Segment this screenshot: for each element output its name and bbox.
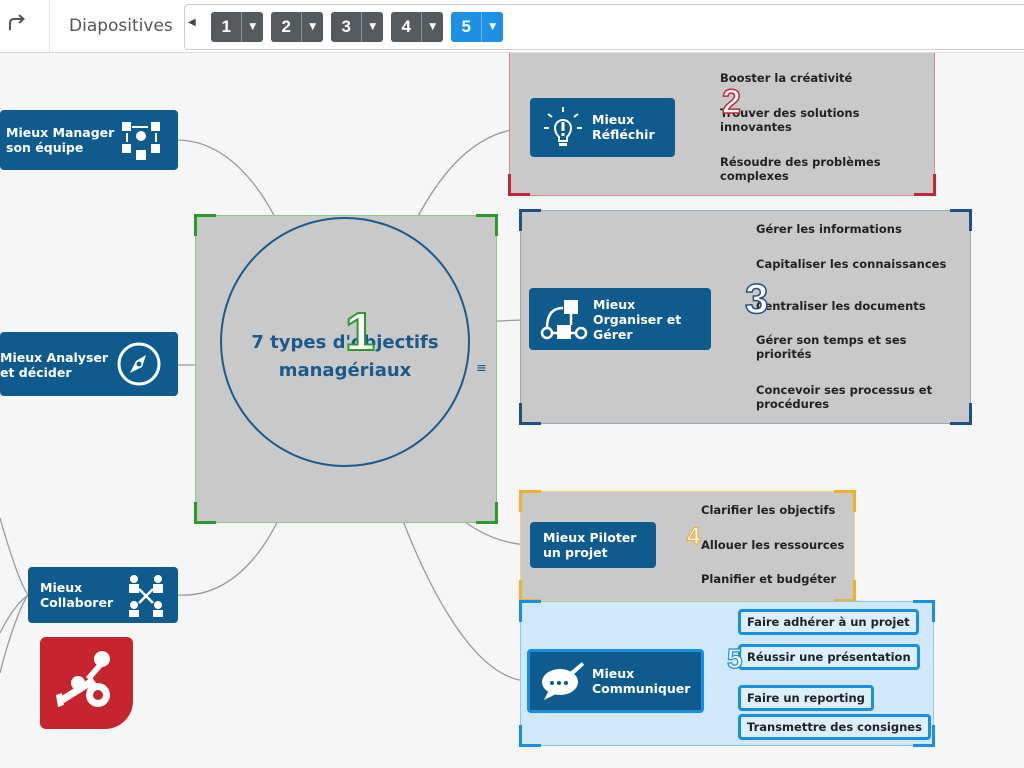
- topic-label: Mieux Piloter un projet: [543, 530, 637, 560]
- workflow-icon: [540, 300, 588, 340]
- subtopic[interactable]: Planifier et budgéter: [701, 572, 836, 586]
- subtopic[interactable]: Réussir une présentation: [738, 644, 920, 670]
- frame-corner: [519, 725, 541, 747]
- team-icon: [122, 122, 160, 160]
- slides-title: Diapositives: [69, 16, 173, 36]
- frame-corner: [950, 209, 972, 231]
- strip-left-arrow-icon[interactable]: ◀: [188, 17, 196, 28]
- hamburger-icon[interactable]: ≡: [476, 361, 487, 376]
- chevron-down-icon[interactable]: ▼: [361, 12, 383, 42]
- frame-corner: [519, 580, 541, 602]
- frame-corner: [508, 174, 530, 196]
- subtopic[interactable]: Trouver des solutions innovantes: [720, 106, 920, 134]
- slide-marker-3: 3: [744, 274, 769, 323]
- chevron-down-icon[interactable]: ▼: [481, 12, 503, 42]
- slides-strip: ◀ 1 ▼ 2 ▼ 3 ▼ 4 ▼ 5 ▼: [184, 4, 1024, 50]
- topic-label: Mieux Organiser et Gérer: [593, 297, 682, 342]
- chevron-down-icon[interactable]: ▼: [241, 12, 263, 42]
- subtopic[interactable]: Allouer les ressources: [701, 538, 844, 552]
- network-icon: [129, 575, 163, 617]
- frame-corner: [194, 502, 216, 524]
- frame-corner: [834, 580, 856, 602]
- topic-mieux-communiquer[interactable]: Mieux Communiquer: [527, 649, 704, 713]
- slide-button-1[interactable]: 1 ▼: [211, 12, 263, 42]
- subtopic[interactable]: Capitaliser les connaissances: [756, 257, 946, 271]
- frame-corner: [519, 209, 541, 231]
- mindmap-canvas[interactable]: 7 types d'objectifs managériaux 1 ≡ Mieu…: [0, 53, 1024, 768]
- slide-button-2[interactable]: 2 ▼: [271, 12, 323, 42]
- topic-label: Mieux Collaborer: [40, 580, 114, 610]
- frame-corner: [194, 214, 216, 236]
- subtopic[interactable]: Résoudre des problèmes complexes: [720, 155, 920, 183]
- redo-icon[interactable]: [4, 12, 30, 38]
- subtopic[interactable]: Faire adhérer à un projet: [738, 609, 919, 635]
- speech-bubble-icon: [542, 662, 584, 700]
- slide-marker-1: 1: [344, 301, 376, 363]
- subtopic[interactable]: Clarifier les objectifs: [701, 503, 835, 517]
- frame-corner: [834, 490, 856, 512]
- subtopic[interactable]: Centraliser les documents: [756, 299, 926, 313]
- subtopic[interactable]: Concevoir ses processus et procédures: [756, 383, 956, 411]
- slide-marker-2: 2: [721, 82, 741, 122]
- chevron-down-icon[interactable]: ▼: [421, 12, 443, 42]
- slide-button-3[interactable]: 3 ▼: [331, 12, 383, 42]
- topic-mieux-manager[interactable]: Mieux Manager son équipe: [0, 110, 178, 170]
- subtopic[interactable]: Transmettre des consignes: [738, 714, 931, 740]
- topic-label: Mieux Communiquer: [592, 666, 691, 696]
- topic-label: Mieux Réfléchir: [592, 112, 655, 142]
- slide-number: 5: [461, 17, 471, 36]
- lightbulb-icon: [544, 107, 582, 146]
- slide-number: 1: [221, 17, 231, 36]
- topic-mieux-piloter[interactable]: Mieux Piloter un projet: [530, 522, 656, 568]
- topic-mieux-reflechir[interactable]: Mieux Réfléchir: [530, 98, 675, 157]
- topic-mieux-analyser[interactable]: Mieux Analyser et décider: [0, 332, 178, 396]
- topic-label: Mieux Analyser et décider: [0, 350, 109, 380]
- frame-corner: [519, 490, 541, 512]
- slide-marker-4: 4: [686, 522, 701, 550]
- frame-corner: [519, 600, 541, 622]
- slide-button-4[interactable]: 4 ▼: [391, 12, 443, 42]
- chevron-down-icon[interactable]: ▼: [301, 12, 323, 42]
- slide-number: 4: [401, 17, 411, 36]
- subtopic[interactable]: Gérer les informations: [756, 222, 902, 236]
- topic-mieux-organiser[interactable]: Mieux Organiser et Gérer: [529, 288, 711, 350]
- slide-button-5[interactable]: 5 ▼: [451, 12, 503, 42]
- compass-icon: [117, 342, 161, 386]
- mindmanager-logo-icon: [40, 637, 133, 729]
- subtopic[interactable]: Gérer son temps et ses priorités: [756, 333, 956, 361]
- toolbar: Diapositives ◀ 1 ▼ 2 ▼ 3 ▼ 4 ▼ 5 ▼: [0, 0, 1024, 53]
- topic-label: Mieux Manager son équipe: [6, 125, 115, 155]
- slide-number: 3: [341, 17, 351, 36]
- subtopic[interactable]: Faire un reporting: [738, 685, 874, 711]
- toolbar-divider: [49, 0, 50, 52]
- frame-corner: [476, 502, 498, 524]
- frame-corner: [519, 403, 541, 425]
- frame-corner: [476, 214, 498, 236]
- slide-number: 2: [281, 17, 291, 36]
- slide-marker-5: 5: [726, 642, 743, 674]
- topic-mieux-collaborer[interactable]: Mieux Collaborer: [28, 567, 178, 623]
